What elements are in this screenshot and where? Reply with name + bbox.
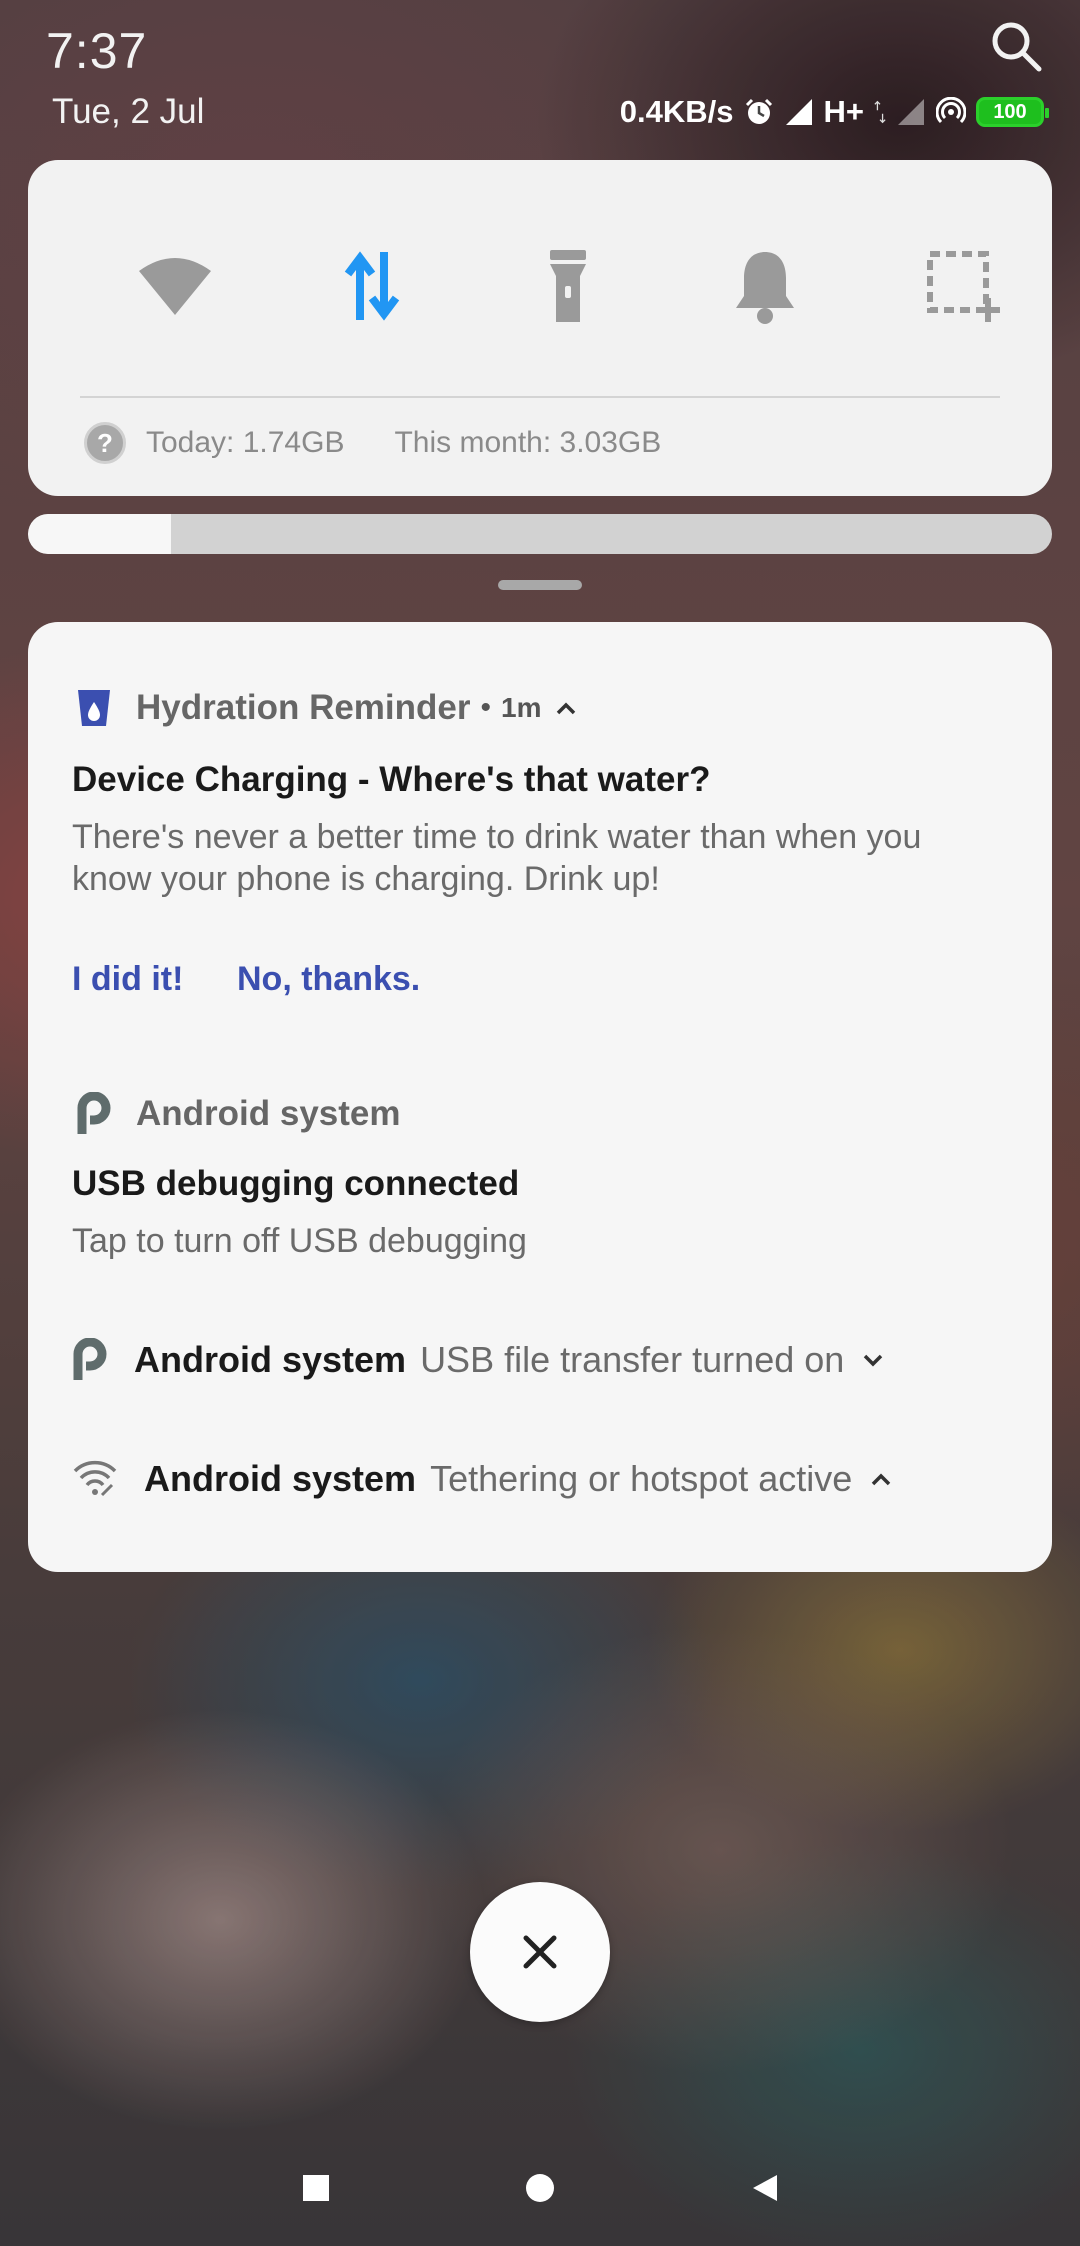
back-triangle-icon	[753, 2175, 777, 2201]
android-p-icon	[73, 1338, 107, 1380]
notification-header: Hydration Reminder • 1m	[76, 688, 577, 728]
chevron-up-icon[interactable]	[555, 701, 577, 715]
app-name: Android system	[144, 1458, 417, 1499]
home-circle-icon	[526, 2174, 554, 2202]
home-button[interactable]	[510, 2158, 570, 2218]
separator-dot: •	[480, 691, 492, 724]
app-name: Android system	[136, 1094, 401, 1133]
water-glass-icon	[78, 690, 110, 726]
network-speed: 0.4KB/s	[619, 94, 734, 129]
toggle-screenshot[interactable]	[914, 238, 1010, 334]
data-usage[interactable]: ? Today: 1.74GB This month: 3.03GB	[84, 422, 661, 464]
data-arrows-icon	[874, 100, 886, 124]
usage-today: Today: 1.74GB	[146, 426, 345, 459]
notification-header: Android system	[76, 1092, 401, 1136]
hotspot-link-icon	[73, 1460, 117, 1497]
android-p-icon	[77, 1092, 111, 1134]
quick-settings-panel: ? Today: 1.74GB This month: 3.03GB	[28, 160, 1052, 496]
notification-title: USB debugging connected	[72, 1164, 520, 1203]
status-time: 7:37	[46, 23, 148, 79]
status-date[interactable]: Tue, 2 Jul	[52, 92, 204, 132]
action-did-it-button[interactable]: I did it!	[72, 960, 183, 999]
toggle-wifi[interactable]	[127, 238, 223, 334]
notification-text: There's never a better time to drink wat…	[72, 818, 922, 898]
drag-handle[interactable]	[498, 580, 582, 590]
back-button[interactable]	[735, 2158, 795, 2218]
battery-level: 100	[993, 100, 1027, 123]
chevron-up-icon[interactable]	[870, 1472, 892, 1486]
signal-empty-icon	[898, 99, 924, 125]
screenshot-icon	[927, 251, 1000, 322]
alarm-icon	[745, 98, 772, 124]
flashlight-icon	[550, 250, 586, 322]
recents-square-icon	[303, 2175, 329, 2201]
brightness-fill	[28, 514, 172, 554]
notifications-panel: Hydration Reminder • 1m Device Charging …	[28, 622, 1052, 1572]
usage-month: This month: 3.03GB	[394, 426, 662, 459]
notification-usb-transfer[interactable]: Android system USB file transfer turned …	[72, 1338, 884, 1382]
brightness-slider[interactable]	[28, 514, 1052, 554]
app-name: Android system	[134, 1339, 407, 1380]
wifi-icon	[139, 258, 211, 315]
notification-text: Tap to turn off USB debugging	[72, 1222, 527, 1260]
chevron-down-icon[interactable]	[862, 1353, 884, 1367]
toggle-flashlight[interactable]	[520, 238, 616, 334]
clear-all-button[interactable]	[470, 1882, 610, 2022]
network-type: H+	[823, 94, 865, 129]
battery-icon: 100	[976, 97, 1049, 127]
app-name: Hydration Reminder	[136, 688, 471, 727]
search-icon[interactable]	[988, 18, 1044, 74]
help-icon: ?	[84, 422, 126, 464]
recents-button[interactable]	[286, 2158, 346, 2218]
toggle-sound[interactable]	[717, 238, 813, 334]
bell-icon	[736, 252, 794, 324]
mobile-data-icon	[344, 251, 400, 321]
status-icons: 0.4KB/s H+ 100	[619, 92, 1049, 132]
close-icon	[523, 1935, 557, 1969]
quick-settings-divider	[80, 396, 1000, 398]
hotspot-icon	[936, 97, 966, 124]
signal-icon	[785, 99, 812, 125]
notification-text: USB file transfer turned on	[420, 1339, 845, 1380]
notification-text: Tethering or hotspot active	[430, 1458, 853, 1499]
toggle-mobile-data[interactable]	[324, 238, 420, 334]
action-no-thanks-button[interactable]: No, thanks.	[237, 960, 420, 999]
notification-hotspot[interactable]: Android system Tethering or hotspot acti…	[72, 1458, 892, 1500]
notification-title: Device Charging - Where's that water?	[72, 760, 711, 799]
notification-age: 1m	[501, 692, 542, 723]
